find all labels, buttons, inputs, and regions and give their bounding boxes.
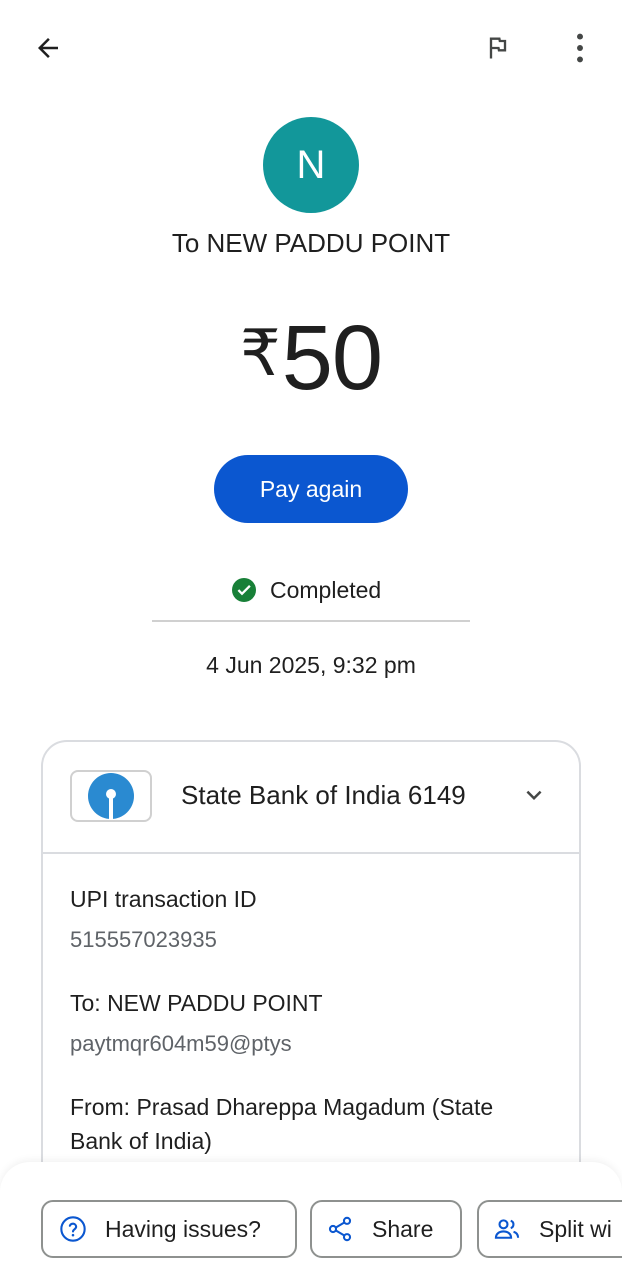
people-icon [494,1219,520,1239]
amount-value: 50 [281,307,383,409]
flag-icon [489,37,507,59]
pay-again-button[interactable]: Pay again [214,455,408,523]
sbi-logo-icon [70,770,152,822]
split-button[interactable]: Split wi [477,1200,622,1258]
share-button[interactable]: Share [310,1200,462,1258]
card-divider [43,852,579,854]
chevron-down-icon[interactable] [519,780,549,810]
back-button[interactable] [24,24,72,72]
bank-account-row[interactable]: State Bank of India 6149 [43,742,579,852]
status-divider [152,620,470,622]
currency-symbol: ₹ [239,317,281,389]
share-icon [328,1216,352,1242]
bottom-action-bar: Having issues? Share Split wi [0,1162,622,1280]
payee-avatar: N [263,117,359,213]
payee-title: To NEW PADDU POINT [171,228,451,258]
payment-amount: ₹50 [0,303,622,408]
to-label: To: NEW PADDU POINT [70,990,323,1016]
payment-status: Completed [232,572,381,608]
split-label: Split wi [539,1215,612,1242]
from-label-line2: Bank of India) [70,1128,212,1154]
check-circle-icon [232,578,256,602]
more-options-button[interactable] [556,24,604,72]
from-label-line1: From: Prasad Dhareppa Magadum (State [70,1094,494,1120]
transaction-details-screen: N To NEW PADDU POINT ₹50 Pay again Compl… [0,0,622,1280]
transaction-datetime: 4 Jun 2025, 9:32 pm [206,652,416,678]
txn-id-label: UPI transaction ID [70,886,257,912]
status-label: Completed [270,576,382,603]
having-issues-label: Having issues? [105,1215,261,1242]
bank-account-label: State Bank of India 6149 [181,780,466,810]
more-vertical-icon [577,33,583,63]
having-issues-button[interactable]: Having issues? [41,1200,297,1258]
report-button[interactable] [474,24,522,72]
to-upi-id: paytmqr604m59@ptys [70,1031,292,1056]
arrow-back-icon [38,38,58,58]
txn-id-value: 515557023935 [70,927,217,952]
help-circle-icon [60,1216,86,1242]
share-label: Share [372,1215,434,1242]
